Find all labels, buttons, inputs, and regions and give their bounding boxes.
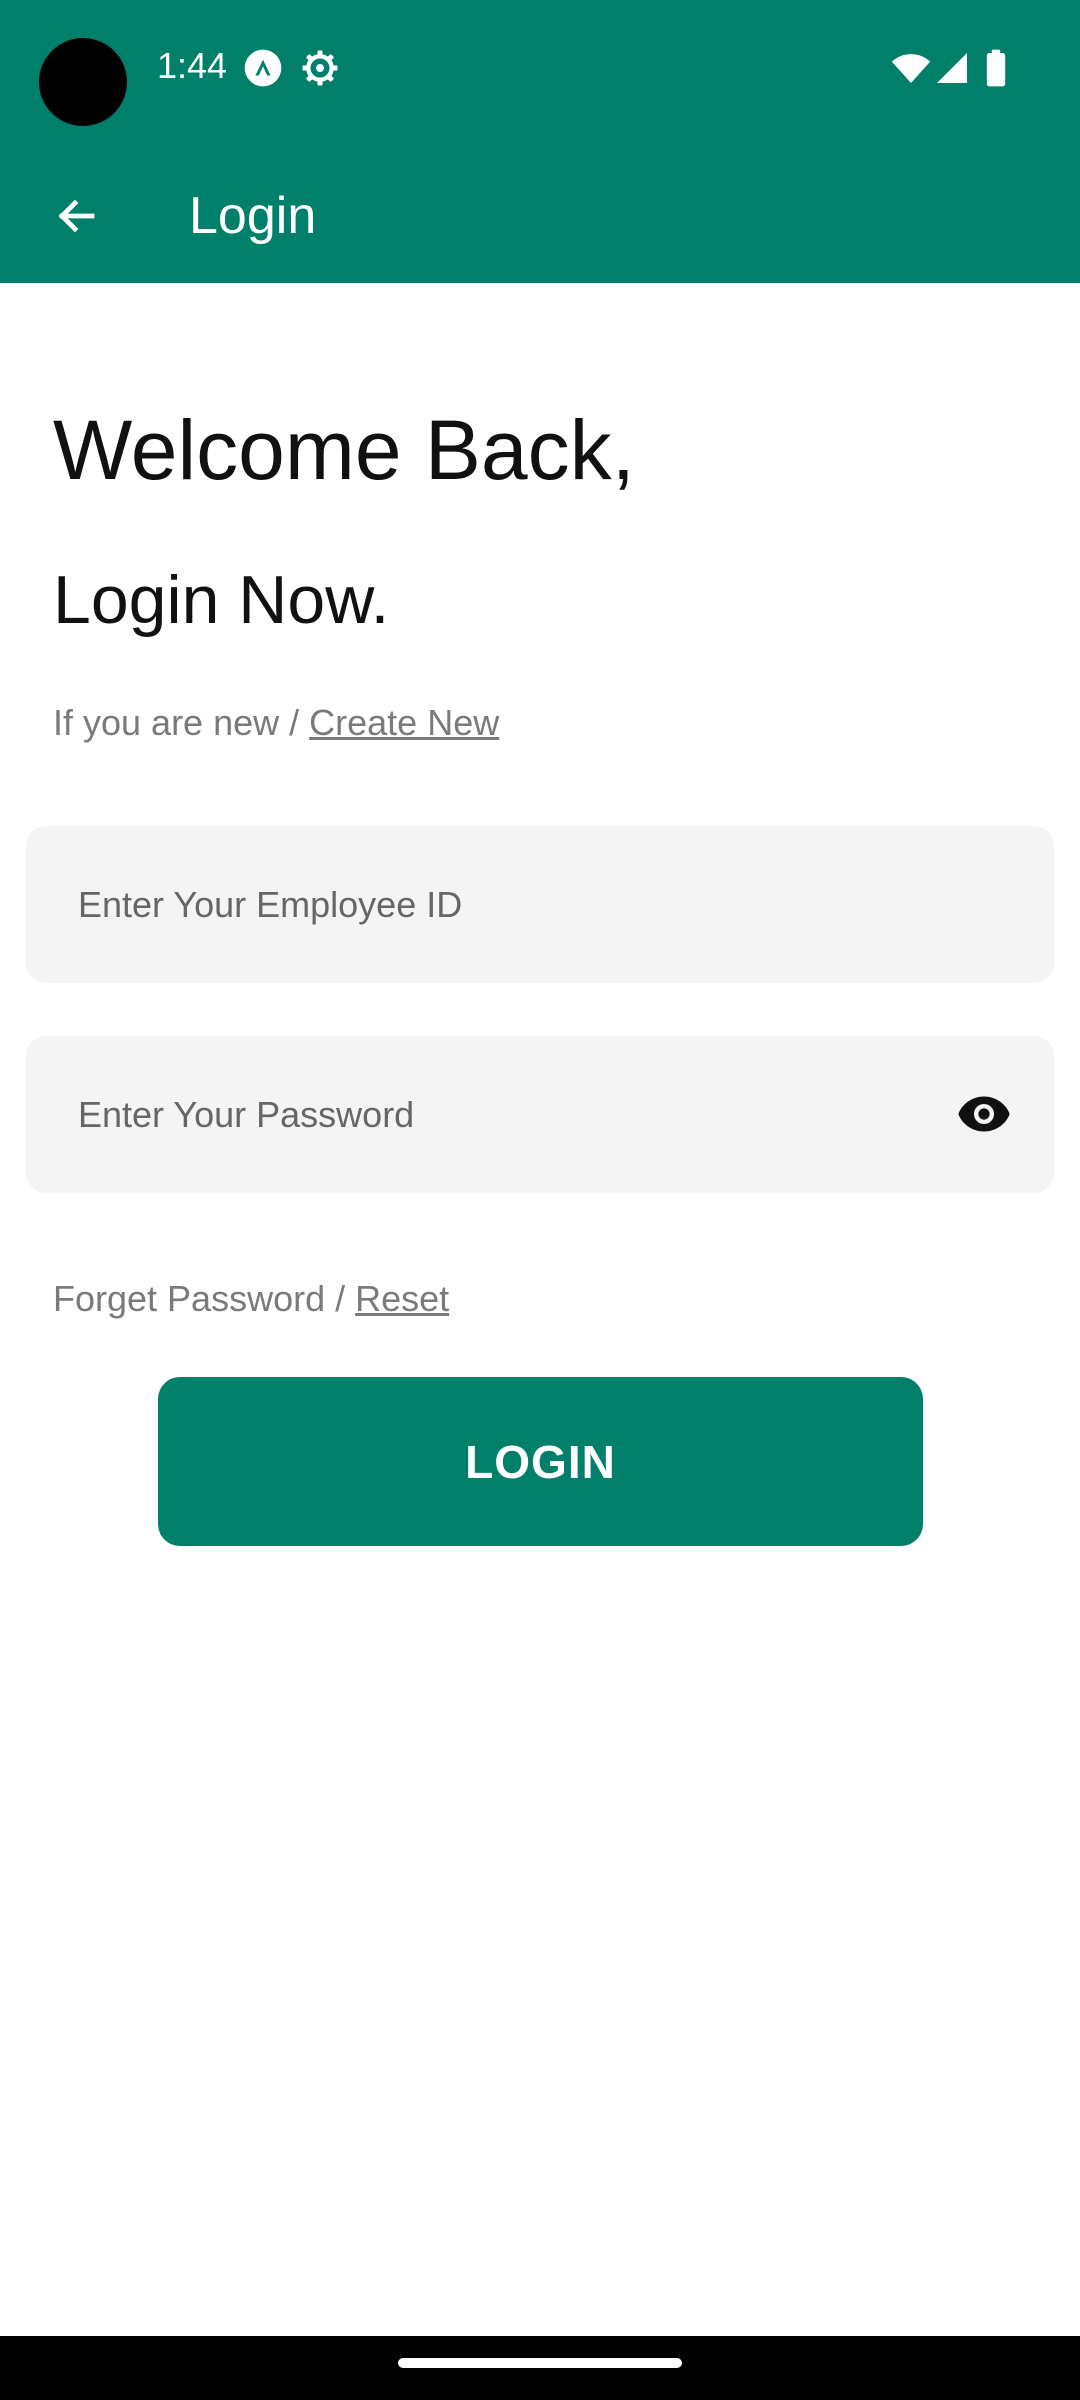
create-new-link[interactable]: Create New — [309, 702, 499, 743]
eye-icon — [956, 1086, 1012, 1142]
app-notification-icon — [243, 48, 283, 88]
back-button[interactable] — [40, 180, 112, 252]
welcome-heading: Welcome Back, — [53, 403, 635, 497]
status-time: 1:44 — [157, 45, 228, 86]
cellular-signal-icon — [934, 48, 970, 88]
home-gesture-handle[interactable] — [398, 2358, 682, 2368]
password-visibility-toggle[interactable] — [954, 1084, 1014, 1144]
new-user-row: If you are new / Create New — [53, 700, 499, 746]
new-user-text: If you are new / — [53, 702, 310, 743]
wifi-icon — [890, 48, 932, 88]
forget-password-row: Forget Password / Reset — [53, 1276, 449, 1322]
settings-gear-icon — [300, 48, 340, 88]
login-now-heading: Login Now. — [53, 562, 390, 638]
forget-password-text: Forget Password / — [53, 1278, 356, 1319]
app-bar: Login — [0, 148, 1080, 283]
password-input[interactable] — [78, 1036, 938, 1193]
employee-id-field-container — [26, 826, 1054, 983]
status-bar: 1:44 — [0, 0, 1080, 148]
password-field-container — [26, 1036, 1054, 1193]
reset-link[interactable]: Reset — [355, 1278, 449, 1319]
login-button[interactable]: LOGIN — [158, 1377, 923, 1546]
battery-icon — [982, 48, 1010, 88]
arrow-back-icon — [52, 192, 100, 240]
app-bar-title: Login — [189, 187, 317, 245]
employee-id-input[interactable] — [78, 826, 1008, 983]
camera-cutout — [39, 38, 127, 126]
login-screen: 1:44 Login Welcome Back, Login Now. If y… — [0, 0, 1080, 2400]
navigation-bar — [0, 2336, 1080, 2400]
